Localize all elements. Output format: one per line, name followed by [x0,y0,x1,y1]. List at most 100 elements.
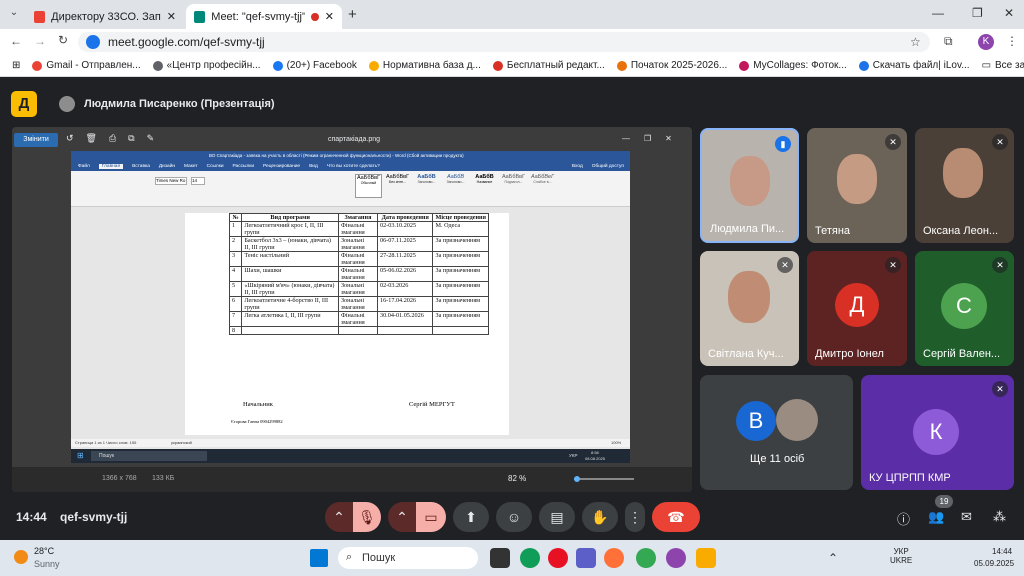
weather-icon[interactable] [14,550,28,564]
table-row: 5 «Шкіряний м'яч» (юнаки, дівчата) ІІ, ІІ… [228,281,489,297]
word-ribbon: Times New Ro 14 АаБбВвГ Обычный АаБбВвГ Бе… [71,171,630,207]
bookmark-pochatok[interactable]: Початок 2025-2026... [611,60,733,71]
mic-off-icon: ✕ [885,134,901,150]
back-icon[interactable]: ← [10,34,22,48]
mic-off-icon: ✕ [992,257,1008,273]
file-explorer-icon[interactable] [696,548,716,568]
gmail-favicon [34,10,46,23]
bookmark-centr[interactable]: «Центр професійн... [147,60,267,71]
viewer-filesize: 133 КБ [152,475,175,482]
url-text: meet.google.com/qef-svmy-tjj [108,35,265,49]
address-bar[interactable]: meet.google.com/qef-svmy-tjj [78,32,930,52]
tab-directory[interactable]: Директору 33СО. Запрошення ✕ [26,4,184,29]
tab-search-button[interactable]: ⌄ [6,7,22,23]
participant-tile[interactable]: Д ✕ Дмитро Іонел [807,251,907,366]
mic-off-icon: ✕ [885,257,901,273]
participant-name: Людмила Пи... [710,223,785,235]
styles-gallery[interactable]: АаБбВвГ Обычный АаБбВвГ Без инте... АаБбВ З… [355,174,559,198]
table-cell: М. Одеса [432,221,489,237]
people-icon[interactable]: 👥 [928,509,944,525]
reactions-button[interactable]: ☺ [496,502,532,532]
restore-icon[interactable]: ❐ [972,6,983,20]
inner-search[interactable]: Пошук [91,451,207,461]
bookmark-normbase[interactable]: Нормативна база д... [363,60,487,71]
font-size-box[interactable]: 14 [191,177,205,185]
present-button[interactable]: ⬆ [453,502,489,532]
bookmark-gmail[interactable]: Gmail - Отправлен... [26,60,146,71]
extensions-icon[interactable]: ⧉ [944,34,953,49]
chat-icon[interactable]: ✉ [961,509,972,525]
site-info-icon[interactable] [86,35,100,49]
bookmark-ilovepdf[interactable]: Скачать файл| iLov... [853,60,976,71]
participant-tile[interactable]: ✕ Тетяна [807,128,907,243]
chevron-up-icon[interactable]: ⌃ [828,551,838,565]
raise-hand-button[interactable]: ✋ [582,502,618,532]
bookmark-editor[interactable]: Бесплатный редакт... [487,60,611,71]
tab-meet[interactable]: Meet: "qef-svmy-tjj" ✕ [186,4,342,29]
activities-icon[interactable]: ⁂ [993,509,1006,525]
table-cell: Фінальні змагання [337,251,378,267]
new-tab-button[interactable]: + [348,6,357,23]
edge-icon[interactable] [520,548,540,568]
windows-taskbar: 28°C Sunny Пошук ⌕ ⌃ УКР UKRE 14:44 05.0… [0,540,1024,576]
profile-avatar[interactable]: K [978,34,994,50]
opera-icon[interactable] [548,548,568,568]
reload-icon[interactable]: ↻ [58,33,68,47]
camera-off-button[interactable]: ▭ [416,502,446,532]
table-cell: 2 [228,236,243,252]
table-cell: Зональні змагання [337,236,378,252]
more-options-button[interactable]: ⋮ [625,502,645,532]
more-participants-tile[interactable]: В Ще 11 осіб [700,375,853,490]
tab-title: Директору 33СО. Запрошення [51,10,161,23]
participant-tile[interactable]: ✕ Оксана Леон... [915,128,1014,243]
participant-tile[interactable]: ▮ Людмила Пи... [700,128,799,243]
table-row: 3 Теніс настільний Фінальні змагання 27-28.… [228,251,489,267]
menu-icon[interactable]: ⋮ [1006,34,1018,48]
participant-tile[interactable]: С ✕ Сергій Вален... [915,251,1014,366]
captions-button[interactable]: ▤ [539,502,575,532]
bookmark-mycollages[interactable]: MyCollages: Фоток... [733,60,852,71]
close-icon[interactable]: ✕ [325,10,334,23]
lang-indicator[interactable]: УКР UKRE [890,547,912,565]
zoom-slider[interactable] [574,476,634,482]
bookmark-facebook[interactable]: (20+) Facebook [267,60,363,71]
windows-start-icon[interactable] [310,549,328,567]
table-header-row: № Вид програми Змагання Дата проведення … [228,213,489,222]
teams-icon[interactable] [576,548,596,568]
participant-tile[interactable]: ✕ Світлана Куч... [700,251,799,366]
taskbar-search[interactable]: Пошук [338,547,478,569]
audio-options-button[interactable]: ⌃ [325,502,353,532]
forward-icon[interactable]: → [34,34,46,48]
close-window-icon[interactable]: ✕ [1004,6,1014,20]
viewer-zoom[interactable]: 82 % [508,474,526,483]
viewer-size: 1366 x 768 [102,475,137,482]
table-cell: За призначенням [432,251,489,267]
edit-button[interactable]: Змінити [14,133,58,147]
all-bookmarks[interactable]: ▭Все закладки [976,60,1024,71]
firefox-icon[interactable] [604,548,624,568]
events-table: № Вид програми Змагання Дата проведення … [228,213,489,335]
font-name-box[interactable]: Times New Ro [155,177,187,185]
video-options-button[interactable]: ⌃ [388,502,416,532]
minimize-icon[interactable]: — [932,6,944,20]
participant-tile[interactable]: К ✕ КУ ЦПРПП КМР [861,375,1014,490]
inner-date: 08.08.2025 [585,456,606,461]
participant-avatar: К [913,409,959,455]
apps-icon[interactable]: ⊞ [6,60,26,71]
task-view-icon[interactable] [490,548,510,568]
close-icon[interactable]: ✕ [167,10,176,23]
chrome-icon[interactable] [636,548,656,568]
word-title: ВО Спартакіада - заявка на участь в обла… [209,153,464,158]
info-icon[interactable]: ⓘ [897,509,910,528]
table-cell: Фінальні змагання [337,221,378,237]
bookmark-star-icon[interactable]: ☆ [910,35,921,49]
table-row: 1 Легкоатлетичний крос І, ІІ, ІІІ групи Фі… [228,221,489,237]
copilot-icon[interactable] [666,548,686,568]
participant-name: Тетяна [815,225,851,237]
leave-call-button[interactable]: ☎ [652,502,700,532]
participant-avatar: В [736,401,776,441]
inner-start-icon[interactable]: ⊞ [77,451,84,460]
viewer-toolbar-icons[interactable]: ↺🗑⎙⧉✎ [66,133,166,144]
table-cell: Легка атлетика І, ІІ, ІІІ групи [241,311,339,327]
viewer-window-controls[interactable]: —❐✕ [622,134,686,143]
